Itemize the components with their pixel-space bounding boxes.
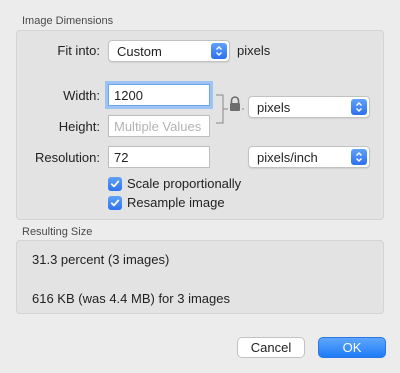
dimension-unit-popup[interactable]: pixels bbox=[248, 96, 370, 118]
resulting-percent-text: 31.3 percent (3 images) bbox=[32, 252, 170, 267]
popup-stepper-icon bbox=[211, 43, 227, 59]
resample-image-label: Resample image bbox=[127, 195, 225, 210]
scale-proportionally-label: Scale proportionally bbox=[127, 176, 242, 191]
popup-stepper-icon bbox=[351, 99, 367, 115]
popup-stepper-icon bbox=[351, 149, 367, 165]
width-value: 1200 bbox=[114, 87, 143, 103]
height-field[interactable]: Multiple Values bbox=[108, 115, 210, 137]
image-dimensions-section-label: Image Dimensions bbox=[22, 15, 114, 27]
resolution-value: 72 bbox=[114, 149, 129, 165]
scale-proportionally-checkbox[interactable]: Scale proportionally bbox=[108, 176, 241, 191]
height-placeholder: Multiple Values bbox=[114, 118, 202, 134]
resolution-unit-popup[interactable]: pixels/inch bbox=[248, 146, 370, 168]
checkmark-icon bbox=[108, 176, 122, 191]
resolution-field[interactable]: 72 bbox=[108, 146, 210, 168]
lock-icon[interactable] bbox=[228, 96, 242, 112]
fit-into-unit-label: pixels bbox=[237, 43, 271, 58]
resolution-label: Resolution: bbox=[34, 150, 100, 165]
height-label: Height: bbox=[58, 119, 100, 134]
fit-into-popup[interactable]: Custom bbox=[108, 40, 230, 62]
width-label: Width: bbox=[63, 88, 100, 103]
ok-button[interactable]: OK bbox=[318, 337, 386, 358]
fit-into-label: Fit into: bbox=[57, 43, 100, 58]
resulting-size-text: 616 KB (was 4.4 MB) for 3 images bbox=[32, 291, 230, 306]
checkmark-icon bbox=[108, 195, 122, 210]
width-field[interactable]: 1200 bbox=[108, 84, 210, 106]
cancel-button[interactable]: Cancel bbox=[237, 337, 305, 358]
resample-image-checkbox[interactable]: Resample image bbox=[108, 195, 225, 210]
resulting-size-section-label: Resulting Size bbox=[22, 226, 93, 238]
